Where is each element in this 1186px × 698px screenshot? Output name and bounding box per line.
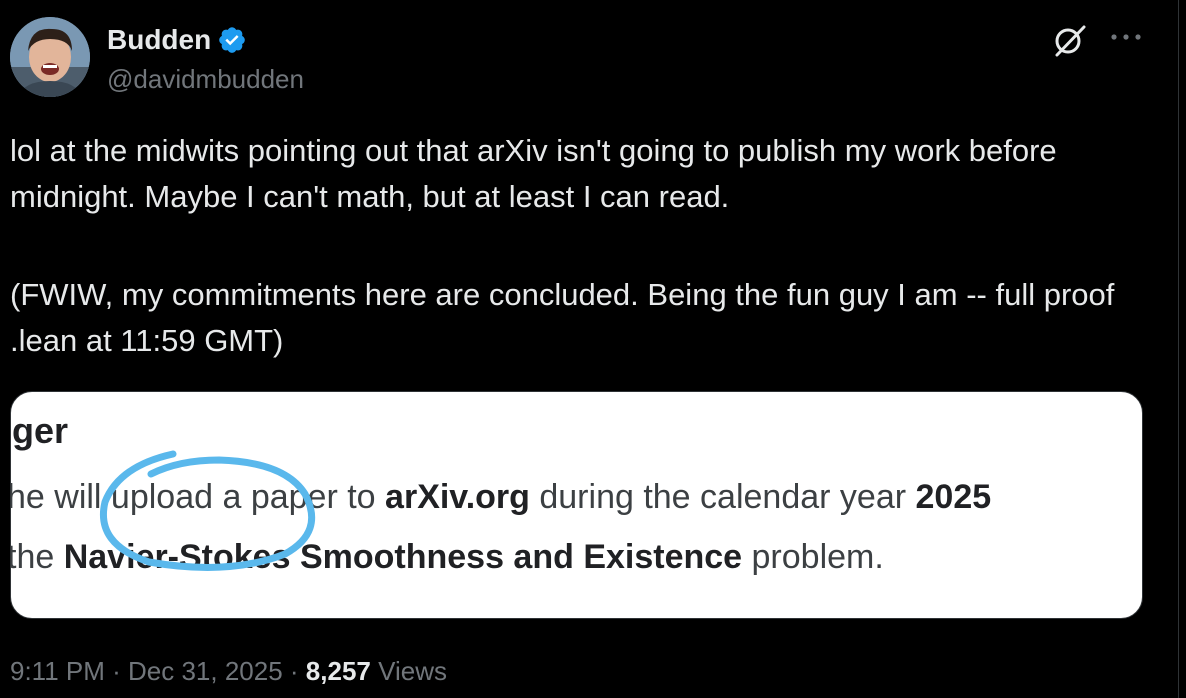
grok-button[interactable] [1052,22,1088,58]
tweet-paragraph: (FWIW, my commitments here are concluded… [10,277,1115,358]
tweet-paragraph: lol at the midwits pointing out that arX… [10,133,1057,214]
media-text: the [10,538,64,576]
avatar-image [10,17,90,97]
media-text: during the calendar year [529,478,916,516]
media-heading: ger [12,410,69,451]
media-text-line: he will upload a paper to arXiv.org duri… [10,478,992,517]
media-text: problem. [742,538,884,576]
verified-badge-icon[interactable] [217,25,247,55]
meta-separator: · [104,656,129,686]
media-text-line: the Navier-Stokes Smoothness and Existen… [10,538,884,577]
media-bold-text: Navier-Stokes Smoothness and Existence [63,538,743,576]
media-bold-text: 2025 [915,478,992,516]
tweet-meta: 9:11 PM · Dec 31, 2025 · 8,257 Views [10,654,447,688]
tweet-text: lol at the midwits pointing out that arX… [10,128,1160,364]
media-bold-text: arXiv.org [385,478,530,516]
meta-separator: · [282,656,306,686]
display-name-text: Budden [107,24,212,55]
tweet-date[interactable]: Dec 31, 2025 [128,656,283,686]
user-handle[interactable]: @davidmbudden [107,62,304,96]
column-divider [1178,0,1179,698]
views-count[interactable]: 8,257 [306,656,371,686]
more-icon [1111,34,1141,40]
more-button[interactable] [1108,22,1144,52]
tweet-time[interactable]: 9:11 PM [10,656,105,686]
views-label: Views [370,656,447,686]
tweet-media-image[interactable]: ger he will upload a paper to arXiv.org … [10,391,1143,619]
grok-icon [1055,25,1086,57]
avatar[interactable] [10,17,90,97]
display-name[interactable]: Budden [107,22,247,58]
media-text: he will upload a paper to [10,478,386,516]
